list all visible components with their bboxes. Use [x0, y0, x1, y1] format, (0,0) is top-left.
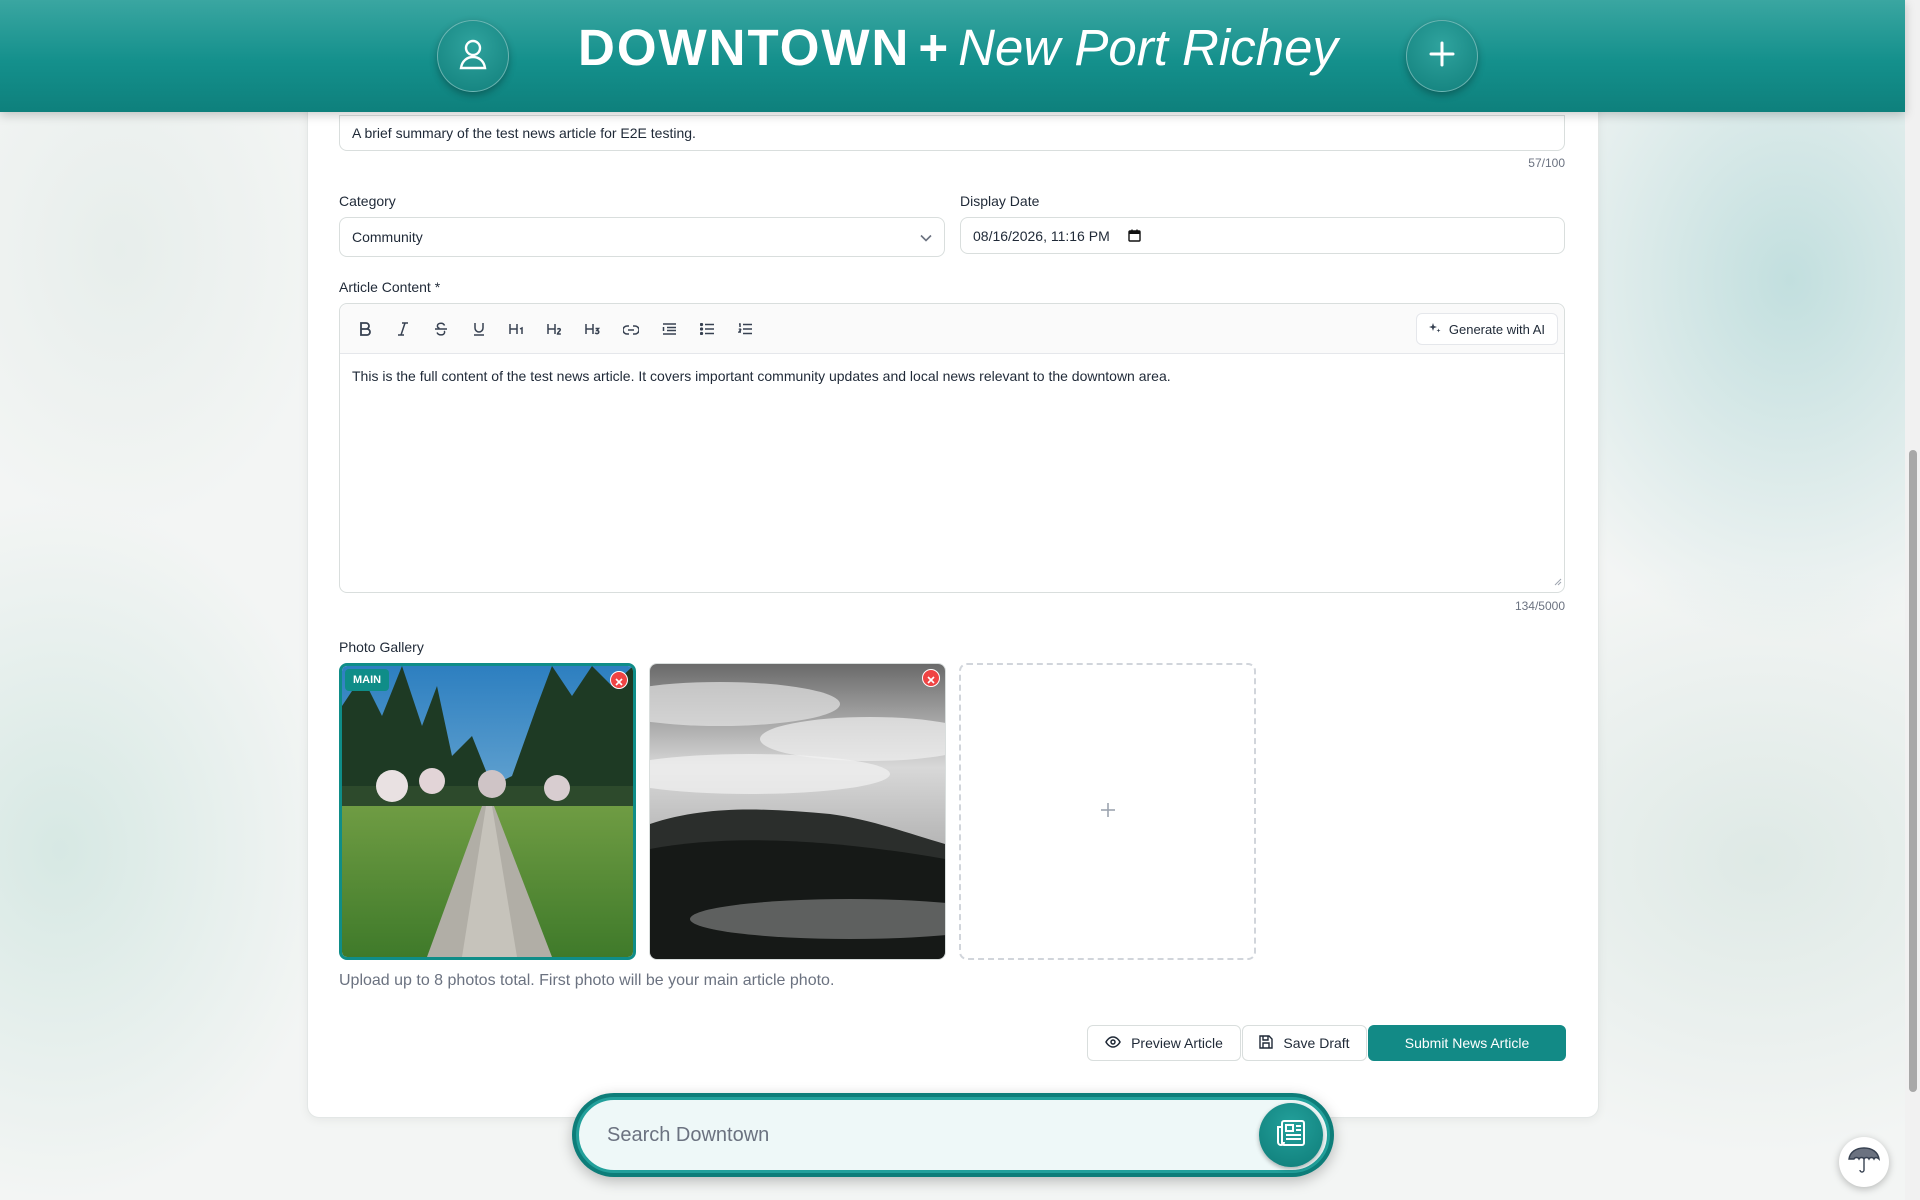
article-content-label: Article Content * [339, 279, 441, 295]
summary-counter: 57/100 [1528, 156, 1565, 170]
content-counter: 134/5000 [1514, 599, 1565, 613]
save-draft-button[interactable]: Save Draft [1242, 1025, 1367, 1061]
heading-1-button[interactable] [503, 316, 531, 344]
newspaper-icon [1276, 1119, 1306, 1151]
umbrella-widget-button[interactable] [1839, 1137, 1889, 1187]
gallery-photo-main[interactable]: MAIN [339, 663, 636, 960]
scrollbar-thumb[interactable] [1909, 450, 1917, 1092]
strikethrough-button[interactable] [427, 316, 455, 344]
generate-with-ai-button[interactable]: Generate with AI [1415, 313, 1558, 345]
preview-article-button[interactable]: Preview Article [1087, 1025, 1241, 1061]
submit-news-article-label: Submit News Article [1404, 1035, 1530, 1051]
category-value: Community [352, 229, 423, 245]
submit-news-article-button[interactable]: Submit News Article [1368, 1025, 1566, 1061]
search-input[interactable] [607, 1123, 1207, 1147]
brand-downtown: DOWNTOWN [578, 19, 911, 76]
user-icon [458, 38, 488, 74]
photo-gallery-label: Photo Gallery [339, 639, 424, 655]
remove-photo-button[interactable] [610, 671, 628, 689]
save-draft-label: Save Draft [1283, 1035, 1350, 1051]
editor-toolbar: Generate with AI [340, 304, 1564, 354]
display-date-input[interactable]: 08/16/2026, 11:16 PM [960, 217, 1565, 254]
add-button[interactable] [1406, 20, 1478, 92]
summary-input[interactable]: A brief summary of the test news article… [339, 115, 1565, 151]
ordered-list-button[interactable] [731, 316, 759, 344]
link-button[interactable] [617, 316, 645, 344]
brand-plus: + [918, 19, 949, 76]
heading-1-icon [509, 323, 525, 338]
italic-button[interactable] [389, 316, 417, 344]
user-profile-button[interactable] [437, 20, 509, 92]
fog-landscape-photo [650, 664, 945, 959]
search-field-wrapper [576, 1097, 1330, 1173]
page-scrollbar[interactable] [1905, 0, 1920, 1200]
gallery-photo[interactable] [649, 663, 946, 960]
close-icon [615, 671, 623, 690]
main-photo-badge: MAIN [345, 669, 390, 691]
heading-3-icon [585, 323, 601, 338]
generate-with-ai-label: Generate with AI [1448, 321, 1545, 337]
search-bar [572, 1093, 1334, 1177]
preview-article-label: Preview Article [1131, 1035, 1223, 1051]
heading-2-icon [547, 323, 563, 338]
brand-city: New Port Richey [958, 19, 1338, 76]
plus-icon [1427, 39, 1457, 73]
italic-icon [397, 321, 409, 339]
ordered-list-icon [736, 322, 753, 338]
save-icon [1259, 1034, 1274, 1052]
blockquote-icon [662, 322, 677, 338]
underline-icon [473, 322, 485, 339]
category-label: Category [339, 193, 396, 209]
category-select[interactable]: Community [339, 217, 945, 257]
site-header: DOWNTOWN + New Port Richey [0, 0, 1905, 112]
gallery-helper-text: Upload up to 8 photos total. First photo… [339, 972, 835, 989]
display-date-value: 08/16/2026, 11:16 PM [973, 227, 1110, 244]
bold-icon [359, 321, 371, 339]
umbrella-icon [1847, 1145, 1881, 1179]
heading-2-button[interactable] [541, 316, 569, 344]
resize-handle-icon[interactable] [1554, 571, 1562, 590]
display-date-label: Display Date [960, 193, 1040, 209]
blockquote-button[interactable] [655, 316, 683, 344]
add-photo-button[interactable] [959, 663, 1256, 960]
bullet-list-icon [699, 322, 715, 338]
underline-button[interactable] [465, 316, 493, 344]
site-brand[interactable]: DOWNTOWN + New Port Richey [578, 18, 1338, 88]
eye-icon [1105, 1035, 1121, 1051]
bullet-list-button[interactable] [693, 316, 721, 344]
close-icon [927, 669, 935, 688]
chevron-down-icon [920, 229, 932, 245]
plus-icon [1100, 802, 1116, 822]
bold-button[interactable] [351, 316, 379, 344]
sparkles-icon [1428, 322, 1441, 337]
link-icon [622, 323, 640, 338]
strikethrough-icon [434, 321, 448, 339]
calendar-icon[interactable] [1128, 229, 1141, 242]
remove-photo-button[interactable] [922, 669, 940, 687]
park-path-photo [342, 666, 633, 957]
editor-content[interactable]: This is the full content of the test new… [340, 354, 1564, 398]
heading-3-button[interactable] [579, 316, 607, 344]
article-content-editor[interactable]: Generate with AI This is the full conten… [339, 303, 1565, 593]
search-button[interactable] [1259, 1103, 1323, 1167]
summary-value: A brief summary of the test news article… [352, 125, 696, 141]
